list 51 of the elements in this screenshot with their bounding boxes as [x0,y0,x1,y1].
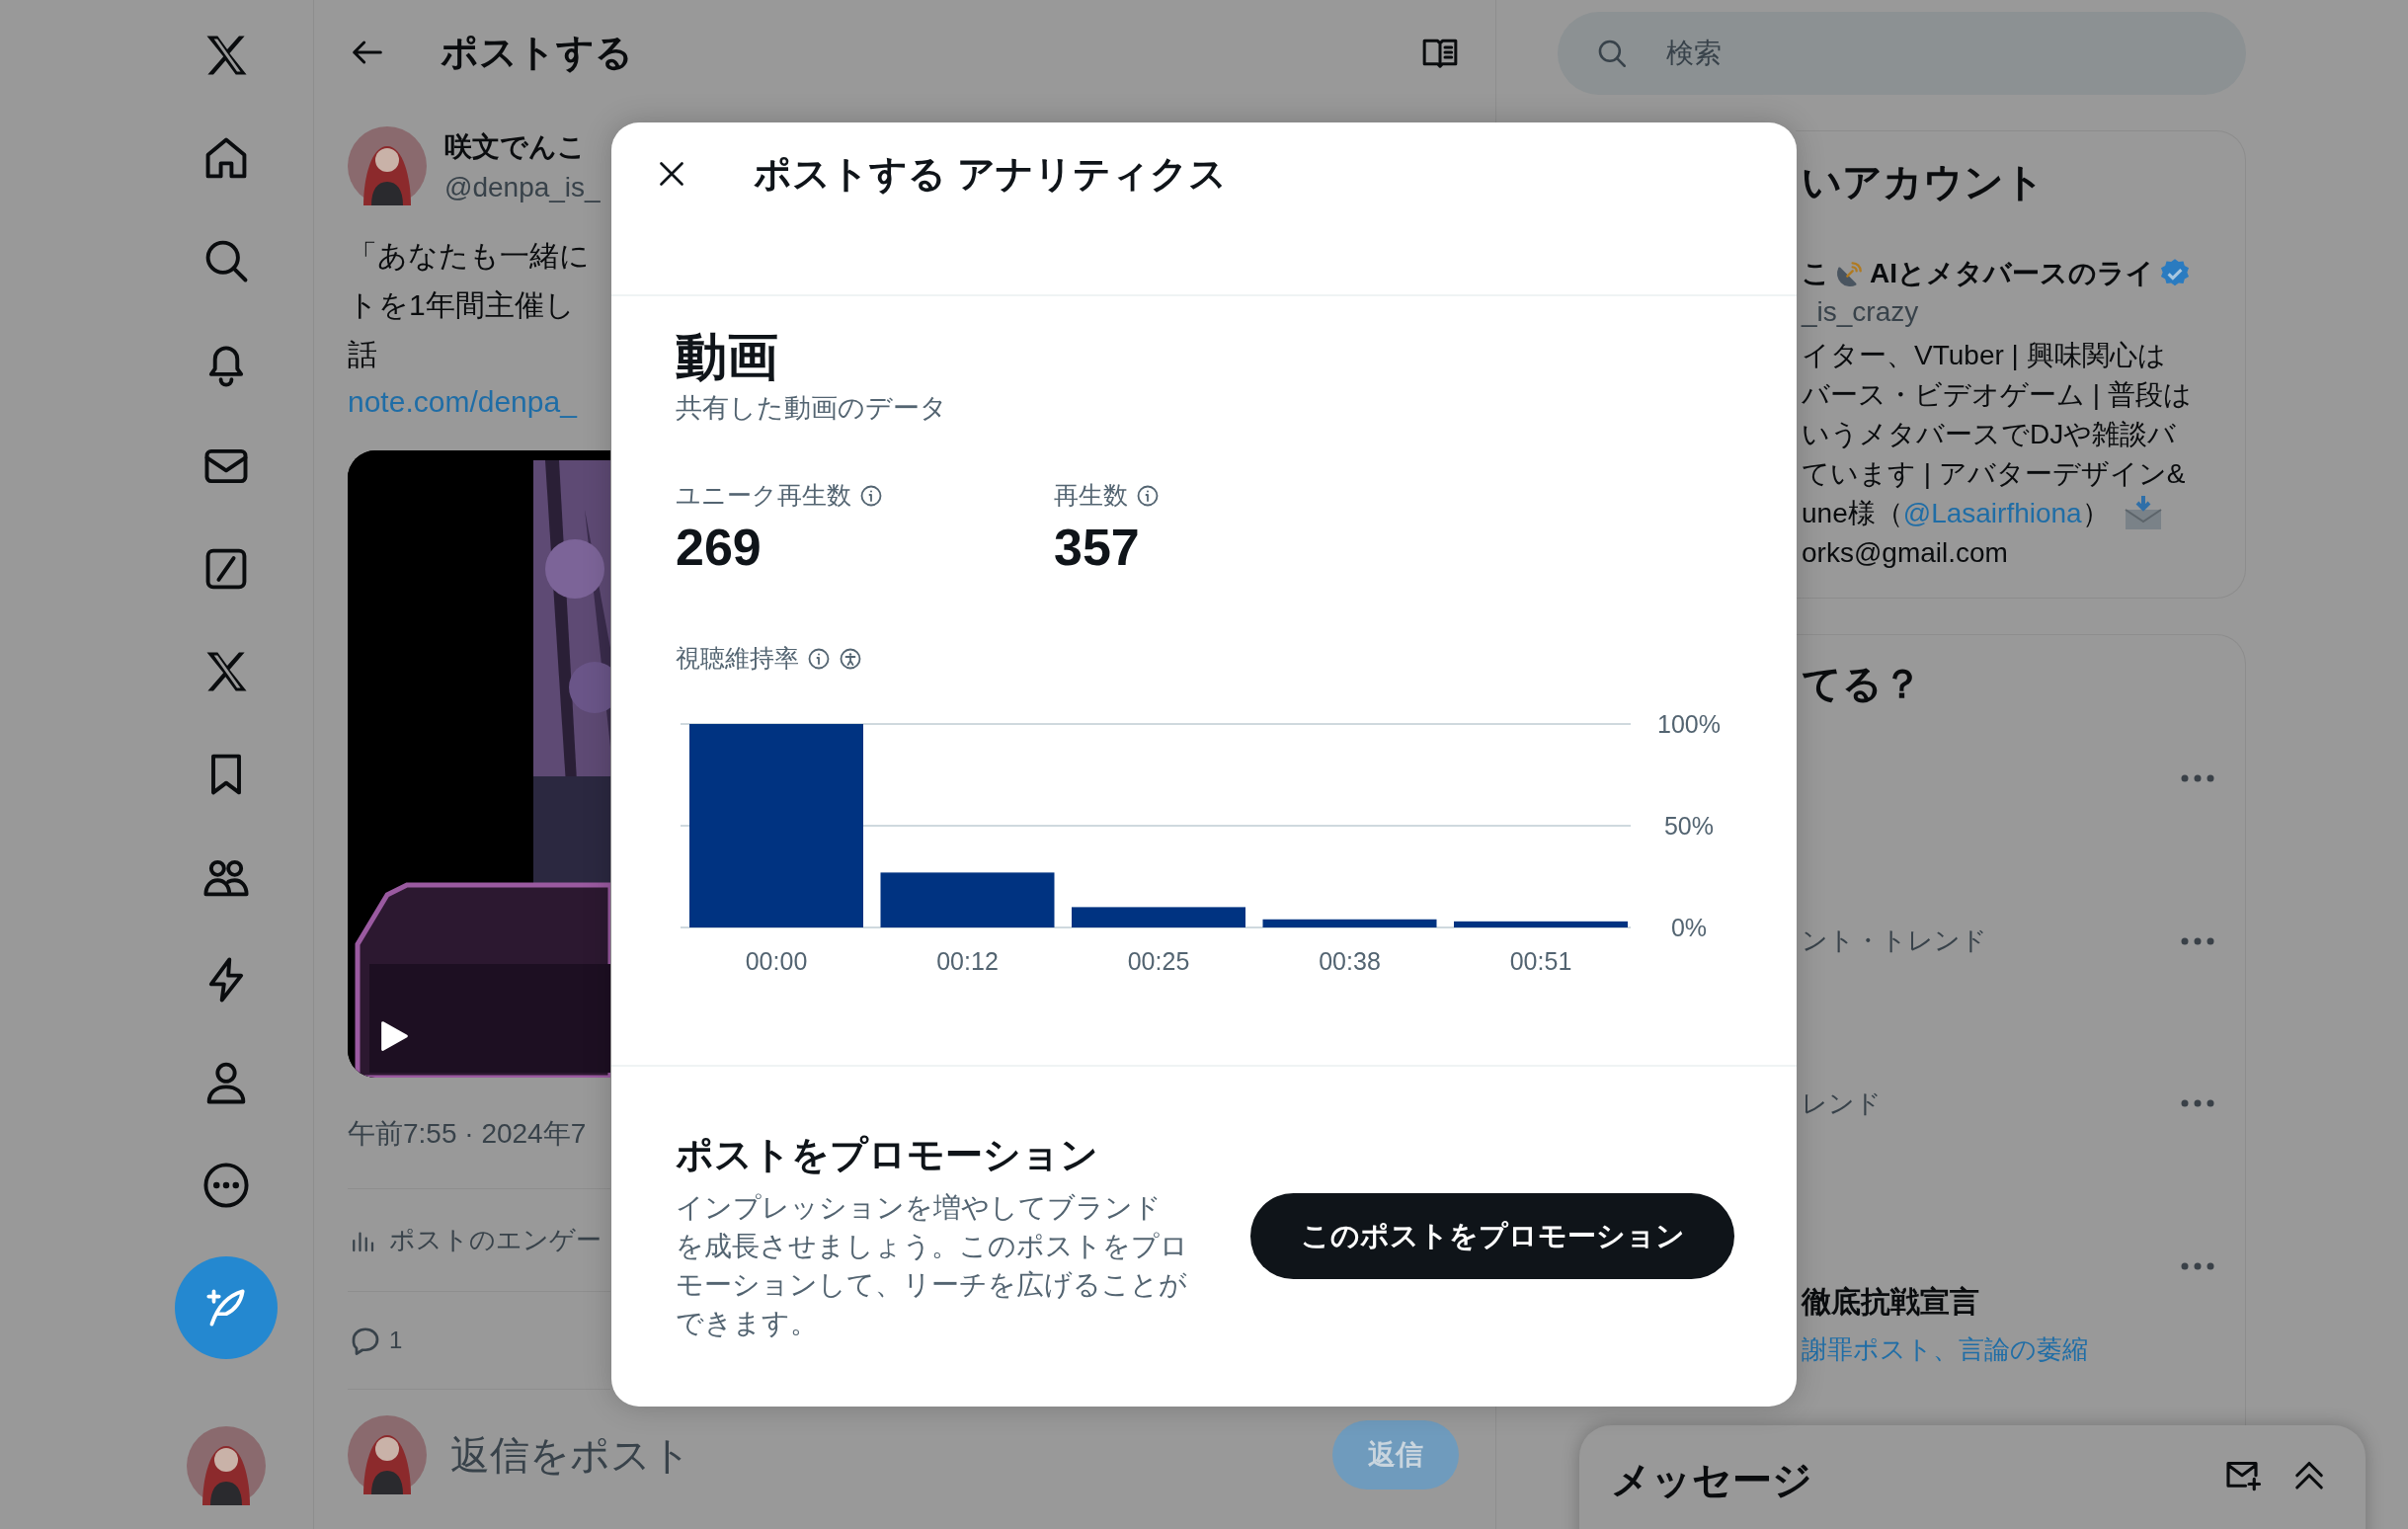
mention-link[interactable]: @Lasairfhiona [1902,494,2082,533]
page-title: ポストする [441,30,634,75]
axis-label: 0% [1670,914,1708,941]
post-text: 「あなたも一緒に [348,238,591,274]
trend-title[interactable]: 徹底抗戦宣言 [1802,1281,2215,1323]
account-name[interactable]: こ [1802,255,1830,292]
post-timestamp: 午前7:55 · 2024年7 [348,1115,610,1189]
bio-text: ています | アバターデザイン& [1802,457,2187,491]
post-text: 話 [348,337,378,372]
bio-text: いうメタバースでDJや雑談バ [1802,418,2178,451]
axis-label: 00:25 [1127,947,1190,975]
metric-value: 269 [676,518,763,577]
drawer-title: メッセージ [1611,1457,1813,1503]
axis-label: 00:12 [936,947,999,975]
card-title: いアカウント [1802,159,2046,205]
messages-drawer[interactable]: メッセージ [1579,1425,2366,1529]
metric-label: 再生数 [1054,480,1128,511]
promote-button[interactable]: このポストをプロモーション [1250,1193,1734,1279]
bio-text: ） [2081,497,2110,530]
post-text: トを1年間主催し [348,287,576,323]
author-name[interactable]: 咲文でんこ [444,128,601,166]
promotion-description: インプレッションを増やしてブランドを成長させましょう。このポストをプロモーションして、リーチを広げることができます。 [676,1191,1189,1340]
section-title: 動画 [676,327,779,386]
reply-count: 1 [389,1327,403,1354]
chart-title: 視聴維持率 [676,643,799,674]
bio-text: orks@gmail.com [1802,536,2009,570]
promotion-title: ポストをプロモーション [676,1133,1099,1177]
reply-button[interactable]: 返信 [1332,1420,1459,1489]
account-handle[interactable]: _is_crazy [1802,296,2245,328]
axis-label: 50% [1664,812,1714,840]
bio-text: バース・ビデオゲーム | 普段は [1802,378,2193,412]
account-name[interactable]: AIとメタバースのライ [1870,255,2154,292]
post-link[interactable]: note.com/denpa_ [348,379,610,425]
metric-value: 357 [1054,518,1141,577]
axis-label: 100% [1657,710,1721,738]
bio-text: イター、VTuber | 興味関心は [1802,339,2167,372]
metric-label: ユニーク再生数 [676,480,851,511]
engagement-link[interactable]: ポストのエンゲー [389,1223,602,1257]
section-subtitle: 共有した動画のデータ [676,392,948,425]
search-field[interactable]: 検索 [1558,12,2246,95]
trend-category: レンド [1802,1086,1883,1120]
related-links[interactable]: 謝罪ポスト、言論の萎縮 [1802,1331,2215,1367]
card-title: てる？ [1802,661,1923,707]
trend-category: ント・トレンド [1802,925,1988,957]
reply-field[interactable]: 返信をポスト [448,1431,1311,1479]
axis-label: 00:51 [1509,947,1572,975]
bio-text: une様（ [1802,497,1903,530]
author-handle[interactable]: @denpa_is_ [444,172,601,203]
axis-label: 00:00 [745,947,808,975]
axis-label: 00:38 [1319,947,1381,975]
dialog-title: ポストする アナリティクス [754,152,1227,196]
